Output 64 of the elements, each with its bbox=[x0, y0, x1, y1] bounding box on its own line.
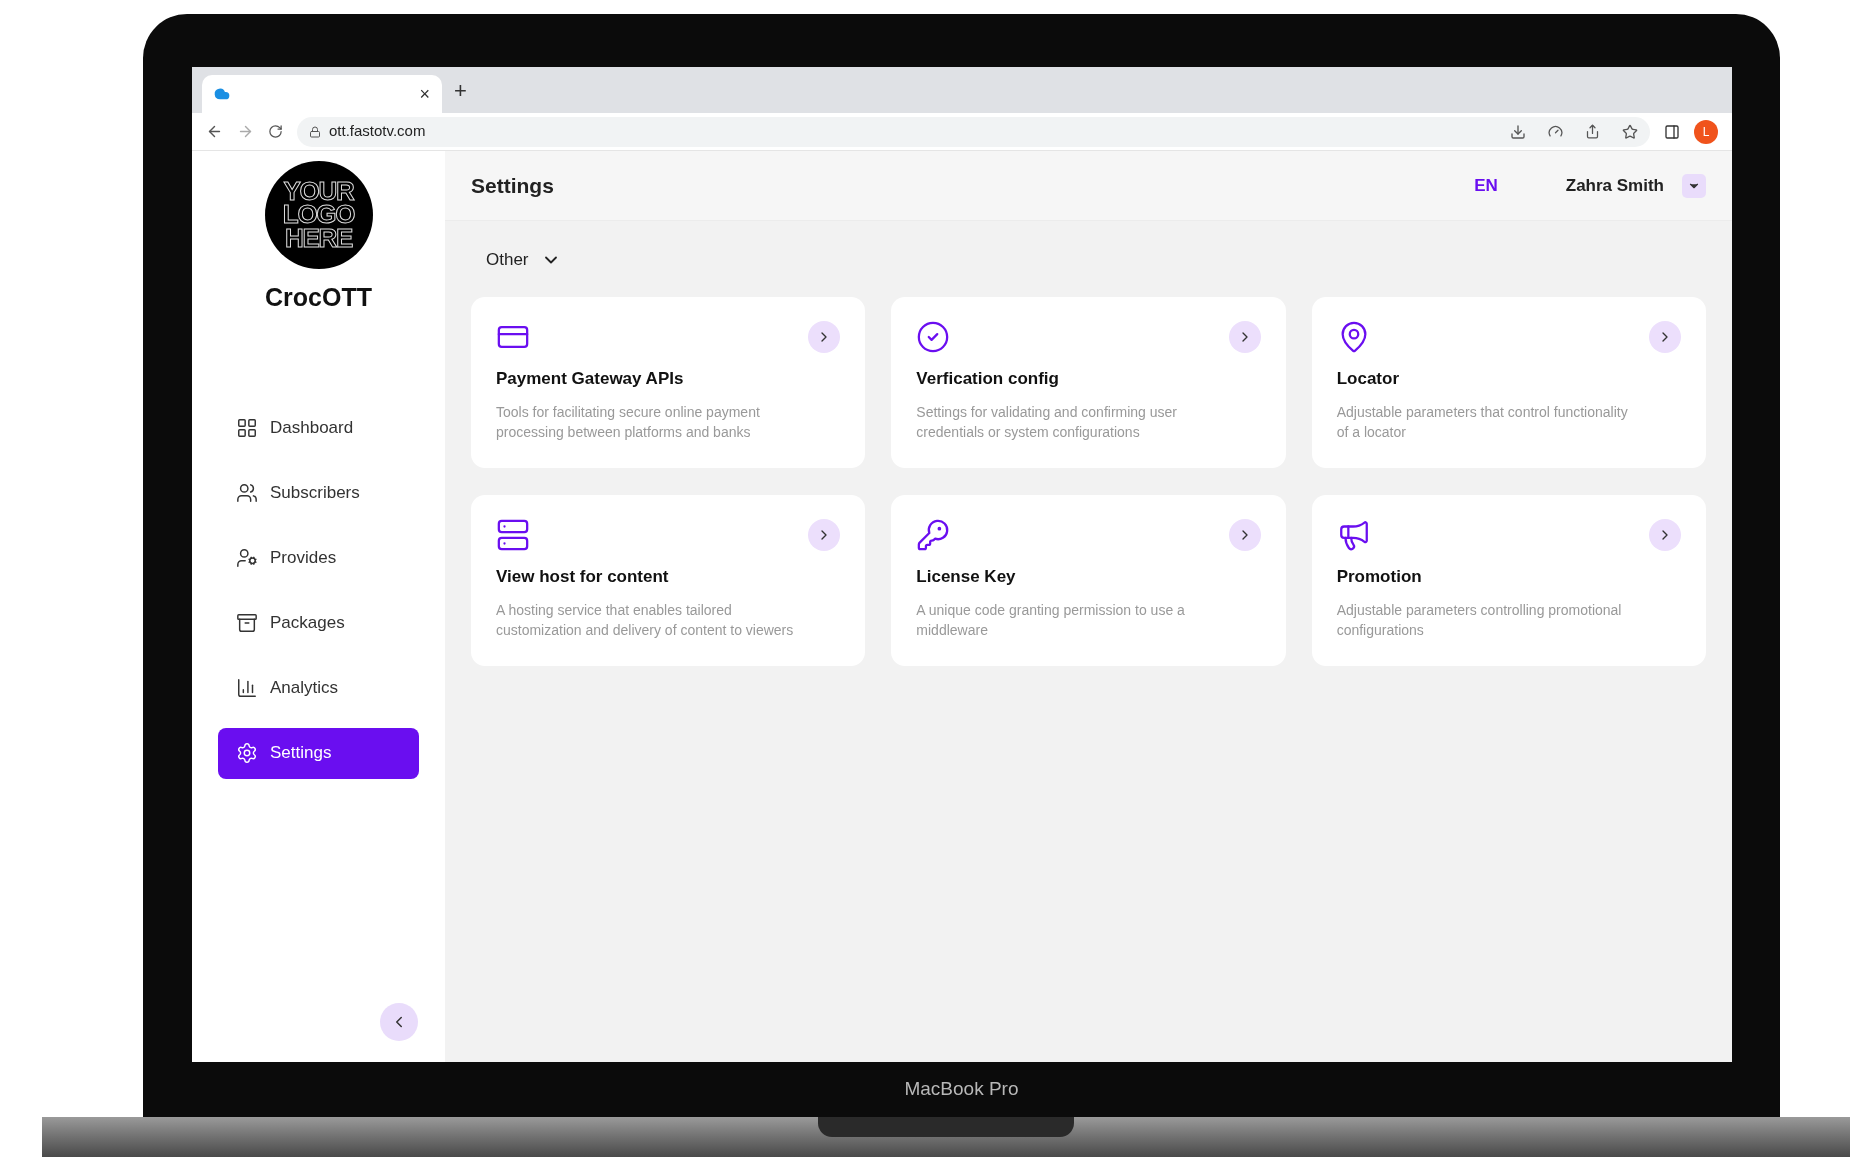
logo-text: YOUR bbox=[283, 179, 354, 204]
page-title: Settings bbox=[471, 172, 554, 199]
address-bar[interactable]: ott.fastotv.com bbox=[297, 116, 1650, 147]
logo-text: HERE bbox=[284, 226, 352, 251]
brand-name: CrocOTT bbox=[265, 282, 372, 313]
reload-icon[interactable] bbox=[268, 124, 283, 139]
open-button[interactable] bbox=[1228, 321, 1261, 353]
nav-item[interactable]: Subscribers bbox=[218, 467, 419, 519]
user-name: Zahra Smith bbox=[1565, 174, 1664, 197]
download-icon[interactable] bbox=[1510, 123, 1526, 140]
settings-card[interactable]: Payment Gateway APIs Tools for facilitating secure online payment processing between platforms and banks bbox=[471, 297, 866, 468]
bar-chart-icon bbox=[236, 677, 258, 699]
card-title: Payment Gateway APIs bbox=[496, 368, 685, 390]
filter-dropdown[interactable]: Other bbox=[471, 242, 576, 278]
profile-avatar[interactable]: L bbox=[1694, 119, 1718, 144]
card-title: Verfication config bbox=[916, 368, 1060, 390]
grid-icon bbox=[236, 417, 258, 439]
side-panel-icon[interactable] bbox=[1664, 123, 1680, 140]
settings-card[interactable]: View host for content A hosting service that enables tailored customization and delivery of content to viewers bbox=[471, 495, 866, 666]
box-icon bbox=[236, 612, 258, 634]
new-tab-button[interactable]: + bbox=[454, 74, 467, 107]
user-gear-icon bbox=[236, 547, 258, 569]
key-icon bbox=[916, 518, 951, 552]
tab-close-button[interactable]: × bbox=[419, 80, 430, 108]
lock-icon bbox=[309, 125, 321, 138]
card-description: Adjustable parameters controlling promotional configurations bbox=[1336, 600, 1623, 640]
users-icon bbox=[236, 482, 258, 504]
settings-card[interactable]: Verfication config Settings for validating and confirming user credentials or system configurations bbox=[891, 297, 1286, 468]
open-button[interactable] bbox=[808, 519, 841, 551]
card-description: Settings for validating and confirming user credentials or system configurations bbox=[916, 402, 1179, 442]
card-title: Locator bbox=[1336, 368, 1400, 390]
card-description: A unique code granting permission to use a middleware bbox=[916, 600, 1186, 640]
nav-item[interactable]: Dashboard bbox=[218, 402, 419, 454]
open-button[interactable] bbox=[1649, 519, 1681, 551]
nav-item[interactable]: Provides bbox=[218, 532, 419, 584]
card-description: A hosting service that enables tailored customization and delivery of content to viewers bbox=[496, 600, 795, 640]
share-icon[interactable] bbox=[1585, 124, 1600, 139]
settings-icon bbox=[236, 742, 258, 764]
open-button[interactable] bbox=[808, 321, 841, 353]
cloud-icon bbox=[214, 86, 230, 102]
card-title: License Key bbox=[916, 566, 1017, 588]
back-icon[interactable] bbox=[206, 123, 223, 140]
server-icon bbox=[496, 518, 530, 552]
device-label: MacBook Pro bbox=[904, 1077, 1019, 1102]
open-button[interactable] bbox=[1649, 321, 1681, 353]
user-menu-button[interactable] bbox=[1682, 173, 1706, 198]
card-title: Promotion bbox=[1336, 566, 1423, 588]
nav-item[interactable]: Settings bbox=[218, 727, 419, 779]
card-title: View host for content bbox=[496, 566, 670, 588]
star-icon[interactable] bbox=[1622, 123, 1638, 140]
card-description: Adjustable parameters that control functionality of a locator bbox=[1336, 402, 1629, 442]
logo-text: LOGO bbox=[282, 203, 355, 227]
nav-item[interactable]: Packages bbox=[218, 597, 419, 649]
card-description: Tools for facilitating secure online payment processing between platforms and banks bbox=[496, 402, 761, 442]
nav-item[interactable]: Analytics bbox=[218, 662, 419, 714]
browser-tab[interactable]: × bbox=[202, 75, 442, 113]
settings-card[interactable]: Promotion Adjustable parameters controlling promotional configurations bbox=[1311, 495, 1706, 666]
gauge-icon[interactable] bbox=[1548, 124, 1563, 139]
settings-card[interactable]: Locator Adjustable parameters that control functionality of a locator bbox=[1311, 297, 1706, 468]
settings-card[interactable]: License Key A unique code granting permission to use a middleware bbox=[891, 495, 1286, 666]
check-circle-icon bbox=[916, 320, 951, 354]
open-button[interactable] bbox=[1228, 519, 1261, 551]
language-selector[interactable]: EN bbox=[1474, 172, 1498, 199]
url-text: ott.fastotv.com bbox=[329, 121, 426, 142]
